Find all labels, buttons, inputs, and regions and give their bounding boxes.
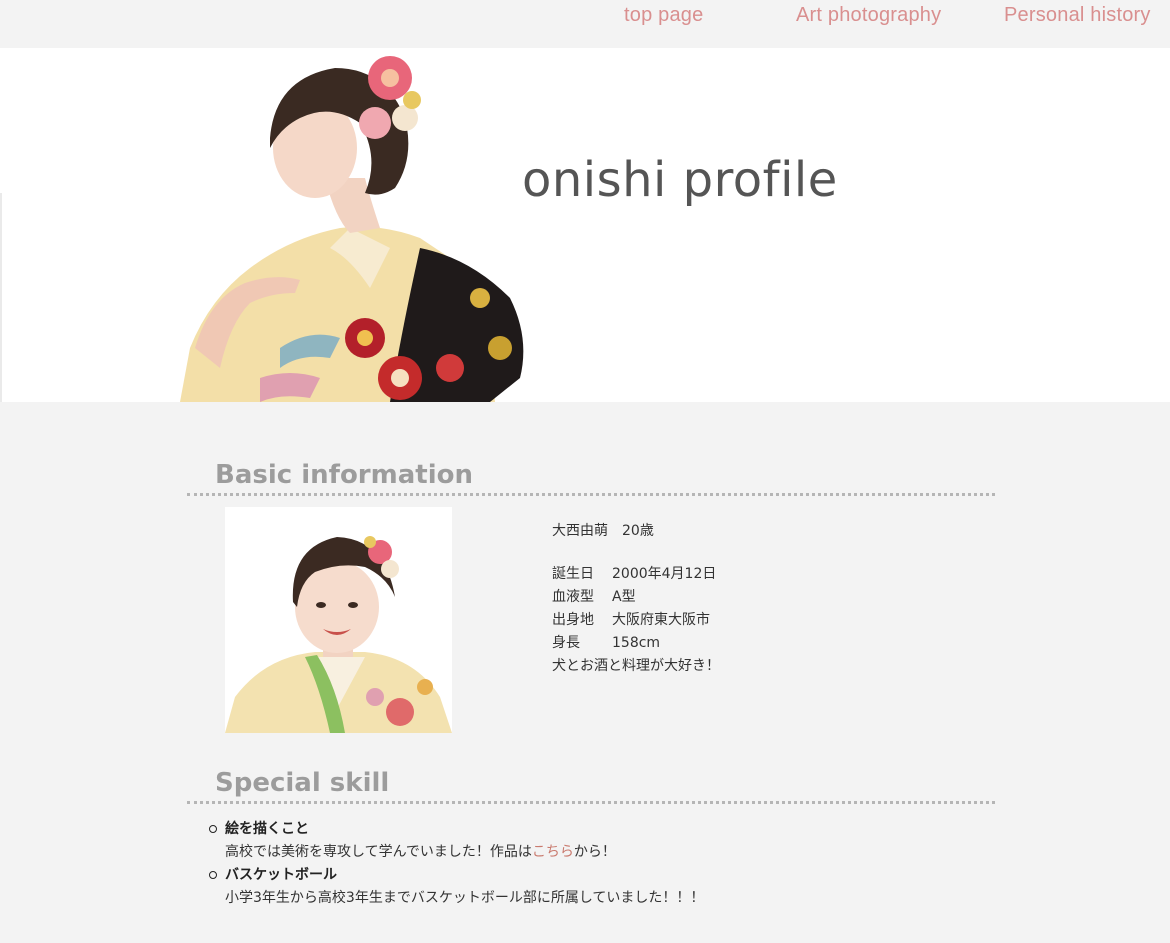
nav-link-personal-history[interactable]: Personal history [1004, 4, 1151, 27]
skill-description: 小学3年生から高校3年生までバスケットボール部に所属していました！！！ [225, 890, 705, 906]
info-label: 誕生日 [552, 566, 594, 582]
nav-link-art-photography[interactable]: Art photography [796, 4, 941, 27]
skill-title: 絵を描くこと [225, 821, 309, 837]
list-item: 絵を描くこと 高校では美術を専攻して学んでいました！作品はこちらから！ [205, 818, 704, 864]
info-row-birthday: 誕生日 2000年4月12日 [552, 563, 720, 586]
list-item: バスケットボール 小学3年生から高校3年生までバスケットボール部に所属していまし… [205, 864, 704, 910]
hero-banner: onishi profile [0, 48, 1170, 402]
top-nav: top page Art photography Personal histor… [0, 0, 1170, 48]
info-value: 2000年4月12日 [612, 566, 717, 582]
info-value: 大阪府東大阪市 [612, 612, 710, 628]
info-label: 血液型 [552, 589, 594, 605]
skill-title: バスケットボール [225, 867, 337, 883]
works-link[interactable]: こちら [532, 844, 574, 860]
skill-description: 高校では美術を専攻して学んでいました！作品はこちらから！ [225, 841, 704, 864]
special-skill-divider [187, 801, 995, 804]
info-row-blood-type: 血液型 A型 [552, 586, 720, 609]
hero-title: onishi profile [522, 152, 838, 208]
info-row-height: 身長 158cm [552, 632, 720, 655]
skill-description-text: から！ [573, 844, 616, 860]
hero-edge [0, 193, 2, 402]
info-value: A型 [612, 589, 636, 605]
basic-info-details: 大西由萌 20歳 誕生日 2000年4月12日 血液型 A型 出身地 大阪府東大阪市 … [552, 520, 720, 678]
kimono-portrait-image [180, 56, 524, 402]
nav-link-top-page[interactable]: top page [624, 4, 703, 27]
basic-info-heading: Basic information [215, 460, 473, 490]
info-label: 身長 [552, 635, 580, 651]
profile-photo [225, 507, 452, 733]
info-value: 158cm [612, 635, 661, 651]
info-note: 犬とお酒と料理が大好き！ [552, 658, 720, 674]
info-row-hometown: 出身地 大阪府東大阪市 [552, 609, 720, 632]
skill-list: 絵を描くこと 高校では美術を専攻して学んでいました！作品はこちらから！ バスケッ… [205, 818, 704, 910]
profile-photo-image [225, 507, 452, 733]
circle-bullet-icon [209, 871, 217, 879]
skill-description-text: 高校では美術を専攻して学んでいました！作品は [225, 844, 532, 860]
circle-bullet-icon [209, 825, 217, 833]
special-skill-heading: Special skill [215, 768, 390, 798]
name-age: 大西由萌 20歳 [552, 523, 654, 539]
info-label: 出身地 [552, 612, 594, 628]
basic-info-divider [187, 493, 995, 496]
